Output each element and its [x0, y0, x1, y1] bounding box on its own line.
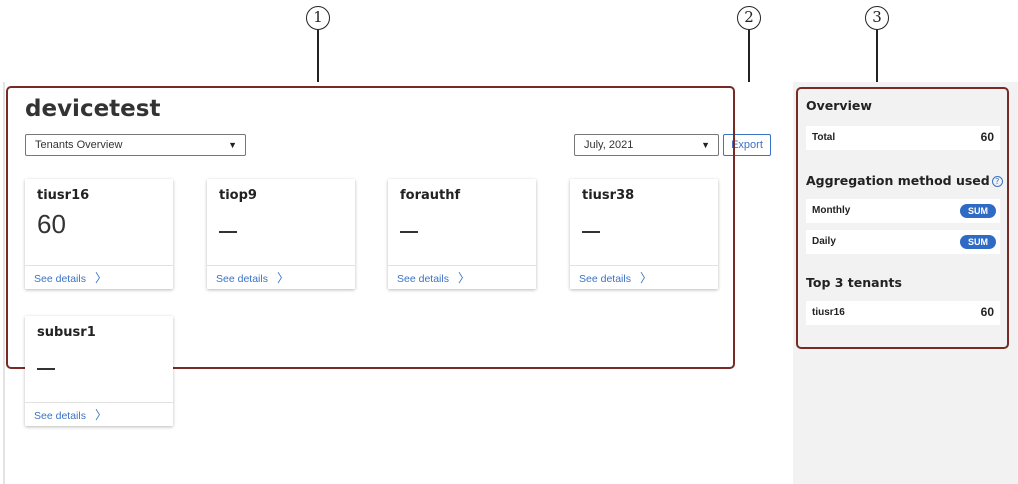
aggregation-row: Monthly SUM: [806, 199, 1000, 223]
see-details-link[interactable]: See details 〉: [25, 265, 173, 289]
chevron-right-icon: 〉: [276, 271, 289, 285]
aggregation-badge: SUM: [960, 204, 996, 218]
see-details-link[interactable]: See details 〉: [25, 402, 173, 426]
see-details-link[interactable]: See details 〉: [388, 265, 536, 289]
aggregation-heading-text: Aggregation method used: [806, 173, 990, 188]
see-details-label: See details: [579, 273, 631, 285]
callout-1: 1: [306, 6, 330, 30]
tenant-card: subusr1 See details 〉: [25, 316, 173, 426]
tenant-card: tiusr16 60 See details 〉: [25, 179, 173, 289]
chevron-right-icon: 〉: [457, 271, 470, 285]
top-tenant-name: tiusr16: [812, 307, 845, 318]
top-tenants-heading: Top 3 tenants: [806, 275, 902, 290]
empty-value-dash: [582, 231, 600, 233]
aggregation-label: Daily: [812, 236, 836, 247]
total-row: Total 60: [806, 126, 1000, 150]
see-details-label: See details: [397, 273, 449, 285]
callout-3: 3: [865, 6, 889, 30]
top-tenant-row: tiusr16 60: [806, 301, 1000, 325]
empty-value-dash: [37, 368, 55, 370]
tenant-name: tiusr38: [582, 188, 635, 203]
overview-heading: Overview: [806, 98, 872, 113]
top-tenant-value: 60: [980, 305, 994, 319]
tenant-name: tiop9: [219, 188, 257, 203]
chevron-right-icon: 〉: [639, 271, 652, 285]
help-circle-icon[interactable]: ?: [991, 176, 1003, 187]
total-value: 60: [980, 130, 994, 144]
callout-2: 2: [737, 6, 761, 30]
see-details-label: See details: [34, 273, 86, 285]
total-label: Total: [812, 132, 836, 143]
chevron-right-icon: 〉: [94, 408, 107, 422]
aggregation-badge: SUM: [960, 235, 996, 249]
see-details-label: See details: [34, 410, 86, 422]
see-details-label: See details: [216, 273, 268, 285]
see-details-link[interactable]: See details 〉: [207, 265, 355, 289]
tenant-name: subusr1: [37, 325, 96, 340]
empty-value-dash: [219, 231, 237, 233]
tenant-name: tiusr16: [37, 188, 90, 203]
tenant-card: tiusr38 See details 〉: [570, 179, 718, 289]
aggregation-heading: Aggregation method used?: [806, 173, 1003, 188]
aggregation-label: Monthly: [812, 205, 851, 216]
aggregation-row: Daily SUM: [806, 230, 1000, 254]
see-details-link[interactable]: See details 〉: [570, 265, 718, 289]
callout-3-leader: [876, 30, 878, 88]
tenant-name: forauthf: [400, 188, 461, 203]
empty-value-dash: [400, 231, 418, 233]
tenant-card: forauthf See details 〉: [388, 179, 536, 289]
tenant-card: tiop9 See details 〉: [207, 179, 355, 289]
tenant-value: 60: [37, 209, 66, 239]
chevron-right-icon: 〉: [94, 271, 107, 285]
